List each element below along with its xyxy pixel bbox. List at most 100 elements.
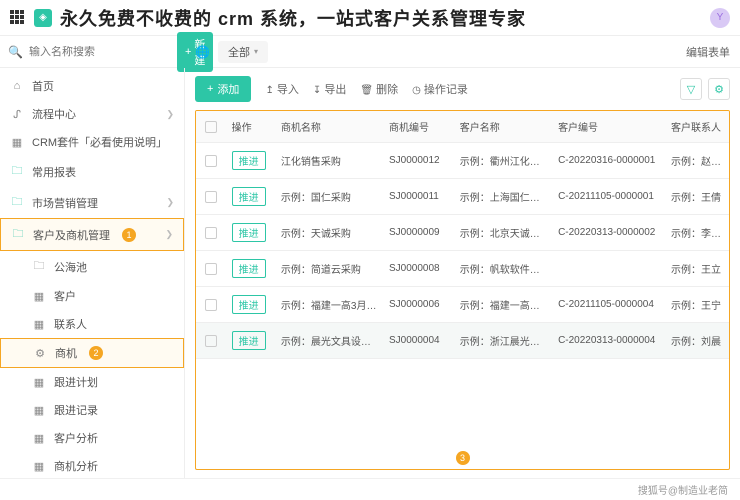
sidebar-item[interactable]: ⚙ 商机 2 — [0, 338, 184, 368]
cell-cno: C-20220313-0000004 — [552, 329, 665, 352]
export-button[interactable]: ↧ 导出 — [313, 81, 346, 97]
sidebar-item[interactable]: ▦ CRM套件「必看使用说明」 — [0, 128, 184, 156]
module-icon: ▦ — [32, 290, 46, 303]
avatar[interactable]: Y — [710, 8, 730, 28]
cell-contact: 示例：王立 — [665, 255, 729, 282]
cell-cno: C-20211105-0000001 — [552, 185, 665, 208]
col-cno: 客户编号 — [552, 113, 665, 140]
cell-code: SJ0000012 — [383, 149, 454, 172]
table-row[interactable]: 推进江化销售采购SJ0000012示例：衢州江化集团C-20220316-000… — [196, 143, 729, 179]
row-checkbox[interactable] — [205, 155, 217, 167]
table-row[interactable]: 推进示例：福建一高3月订单SJ0000006示例：福建一高集团C-2021110… — [196, 287, 729, 323]
col-op: 操作 — [226, 113, 275, 140]
sidebar-item[interactable]: 🗀常用报表 — [0, 156, 184, 187]
annotation-badge-3: 3 — [456, 451, 470, 465]
module-icon: 🗀 — [32, 257, 46, 276]
module-icon: ▦ — [32, 404, 46, 417]
table-row[interactable]: 推进示例：国仁采购SJ0000011示例：上海国仁有限...C-20211105… — [196, 179, 729, 215]
cell-cno: C-20220313-0000002 — [552, 221, 665, 244]
table-row[interactable]: 推进示例：天诚采购SJ0000009示例：北京天诚软件...C-20220313… — [196, 215, 729, 251]
cell-cno: C-20220316-0000001 — [552, 149, 665, 172]
cell-name: 江化销售采购 — [275, 147, 383, 174]
col-cust: 客户名称 — [454, 113, 552, 140]
cell-cust: 示例：衢州江化集团 — [454, 147, 552, 174]
sidebar-item[interactable]: ▦商机分析 — [0, 452, 184, 478]
sidebar-item-label: 首页 — [32, 78, 54, 94]
chevron-right-icon: ❯ — [166, 197, 174, 208]
advance-button[interactable]: 推进 — [232, 151, 266, 170]
sidebar-item-label: 客户 — [54, 288, 76, 304]
sidebar-item-label: 商机分析 — [54, 458, 98, 474]
advance-button[interactable]: 推进 — [232, 331, 266, 350]
sidebar-item-label: 流程中心 — [32, 106, 76, 122]
cell-cust: 示例：帆软软件有限公司 — [454, 255, 552, 282]
row-checkbox[interactable] — [205, 299, 217, 311]
sidebar-item-label: 市场营销管理 — [32, 195, 98, 211]
advance-button[interactable]: 推进 — [232, 259, 266, 278]
cell-cust: 示例：福建一高集团 — [454, 291, 552, 318]
sidebar-item-label: 跟进记录 — [54, 402, 98, 418]
sidebar-item[interactable]: 🗀客户及商机管理1❯ — [0, 218, 184, 251]
cell-cust: 示例：浙江晨光文具... — [454, 327, 552, 354]
annotation-badge: 2 — [89, 346, 103, 360]
cell-contact: 示例：王倩 — [665, 183, 729, 210]
cell-contact: 示例：李清海 — [665, 219, 729, 246]
sidebar-item[interactable]: ᔑ流程中心❯ — [0, 100, 184, 128]
sidebar-item[interactable]: ▦ 客户 — [0, 282, 184, 310]
edit-form-link[interactable]: 编辑表单 — [686, 44, 730, 60]
row-checkbox[interactable] — [205, 227, 217, 239]
log-button[interactable]: ◷ 操作记录 — [412, 81, 468, 97]
chevron-right-icon: ❯ — [165, 229, 173, 240]
page-headline: 永久免费不收费的 crm 系统，一站式客户关系管理专家 — [60, 5, 702, 31]
select-all-checkbox[interactable] — [205, 121, 217, 133]
apps-grid-icon[interactable] — [10, 10, 26, 26]
cell-code: SJ0000011 — [383, 185, 454, 208]
sidebar-item[interactable]: ▦ 跟进记录 — [0, 396, 184, 424]
module-icon: ▦ — [32, 376, 46, 389]
sidebar-item[interactable]: ▦客户分析 — [0, 424, 184, 452]
folder-icon: 🗀 — [11, 225, 25, 244]
globe-icon[interactable]: 🌐 — [195, 45, 210, 59]
sidebar-item[interactable]: ▦跟进计划 — [0, 368, 184, 396]
module-icon: ▦ — [10, 136, 24, 149]
sidebar-item[interactable]: ⌂ 首页 — [0, 72, 184, 100]
sidebar-item-label: 公海池 — [54, 259, 87, 275]
settings-icon-button[interactable]: ⚙ — [708, 78, 730, 100]
sidebar-item-label: 商机 — [55, 345, 77, 361]
folder-icon: 🗀 — [10, 193, 24, 212]
sidebar-item-label: CRM套件「必看使用说明」 — [32, 134, 167, 150]
module-icon: ⌂ — [10, 80, 24, 92]
cell-contact: 示例：刘晨 — [665, 327, 729, 354]
delete-button[interactable]: 🗑 删除 — [360, 81, 398, 97]
col-contact: 客户联系人 — [665, 113, 729, 140]
search-input[interactable] — [29, 46, 171, 58]
table-row[interactable]: 推进示例：晨光文具设备...SJ0000004示例：浙江晨光文具...C-202… — [196, 323, 729, 359]
cell-name: 示例：天诚采购 — [275, 219, 383, 246]
filter-select[interactable]: 全部▾ — [218, 41, 268, 63]
row-checkbox[interactable] — [205, 263, 217, 275]
import-button[interactable]: ↥ 导入 — [265, 81, 298, 97]
advance-button[interactable]: 推进 — [232, 223, 266, 242]
row-checkbox[interactable] — [205, 191, 217, 203]
module-icon: ⚙ — [33, 347, 47, 360]
sidebar-item-label: 客户及商机管理 — [33, 227, 110, 243]
logo-icon: ◈ — [34, 9, 52, 27]
row-checkbox[interactable] — [205, 335, 217, 347]
sidebar-item[interactable]: 🗀 市场营销管理 ❯ — [0, 187, 184, 218]
cell-cust: 示例：北京天诚软件... — [454, 219, 552, 246]
sidebar-item[interactable]: 🗀 公海池 — [0, 251, 184, 282]
cell-code: SJ0000008 — [383, 257, 454, 280]
filter-icon-button[interactable]: ▽ — [680, 78, 702, 100]
add-button[interactable]: +添加 — [195, 76, 251, 102]
module-icon: ▦ — [32, 318, 46, 331]
advance-button[interactable]: 推进 — [232, 187, 266, 206]
advance-button[interactable]: 推进 — [232, 295, 266, 314]
cell-contact: 示例：赵仁民 — [665, 147, 729, 174]
sidebar-item-label: 常用报表 — [32, 164, 76, 180]
sidebar-item[interactable]: ▦ 联系人 — [0, 310, 184, 338]
sidebar: ⌂首页ᔑ流程中心❯▦CRM套件「必看使用说明」🗀常用报表🗀市场营销管理❯🗀客户及… — [0, 68, 185, 478]
sidebar-item-label: 联系人 — [54, 316, 87, 332]
cell-code: SJ0000006 — [383, 293, 454, 316]
table-row[interactable]: 推进示例：简道云采购SJ0000008示例：帆软软件有限公司示例：王立 — [196, 251, 729, 287]
cell-cust: 示例：上海国仁有限... — [454, 183, 552, 210]
